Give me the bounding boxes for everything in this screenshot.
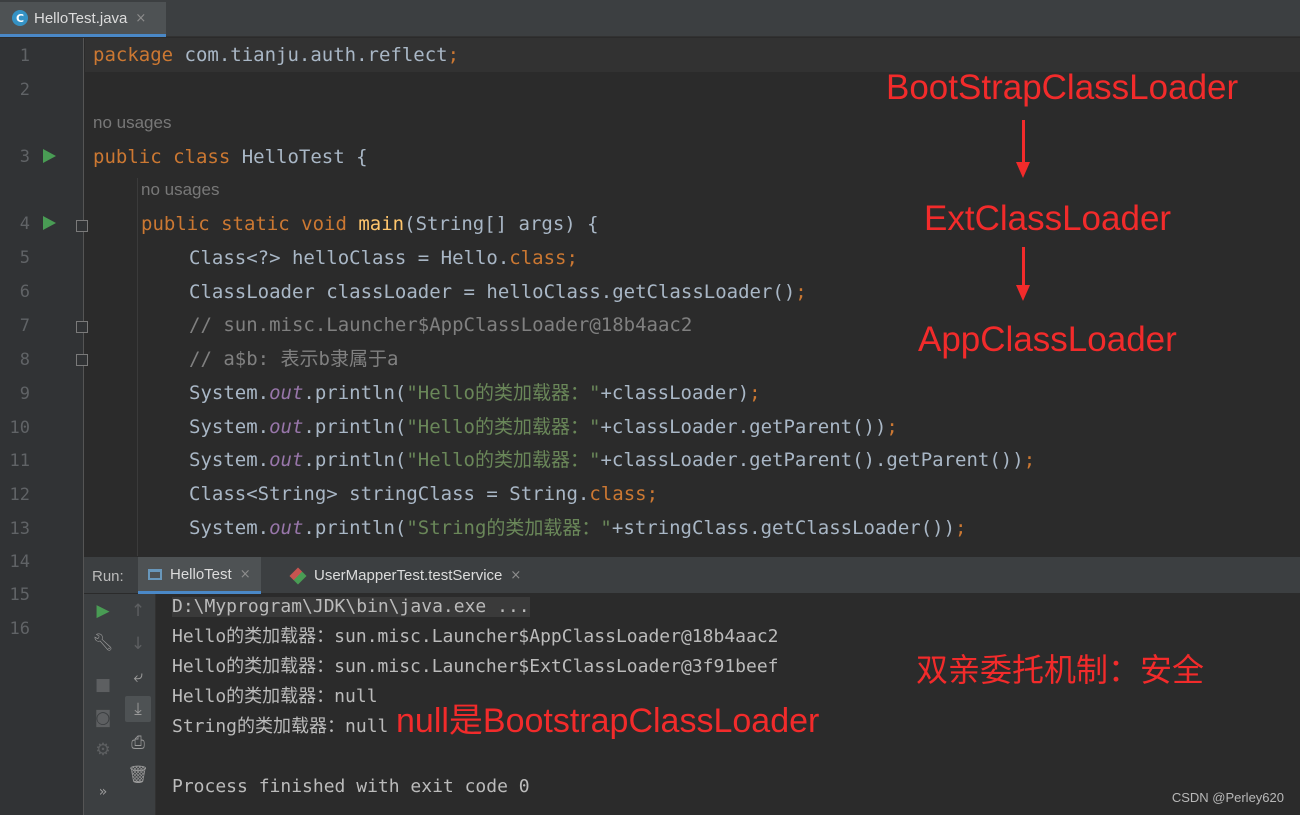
code-line-1: package com.tianju.auth.reflect;: [93, 44, 460, 66]
console-line: String的类加载器：null: [172, 716, 389, 737]
line-number: 8: [19, 350, 30, 370]
code-line-3: public class HelloTest {: [93, 146, 368, 168]
code-line-4: public static void main(String[] args) {: [141, 213, 599, 235]
run-label: Run:: [92, 568, 124, 585]
run-side-toolbar: ▶ 🔧︎ ■ ◙ ⚙ » ↑ ↓ ⤶ ⤓ ⎙ 🗑︎: [84, 594, 156, 815]
line-number: 3: [19, 147, 30, 167]
stop-icon[interactable]: ■: [90, 672, 116, 698]
line-number-gutter: 1 2 3 4 5 6 7 8 9 10 11 12 13 14 15 16: [0, 38, 88, 815]
arrow-shaft: [1022, 120, 1025, 164]
test-run-icon: [289, 567, 307, 584]
tab-label: HelloTest.java: [34, 9, 128, 27]
soft-wrap-icon[interactable]: ⤶: [125, 664, 151, 690]
code-line-6: ClassLoader classLoader = helloClass.get…: [189, 281, 807, 303]
code-line-8-comment: // a$b: 表示b隶属于a: [189, 348, 399, 370]
line-number: 14: [9, 552, 30, 572]
run-main-icon[interactable]: [43, 216, 56, 230]
usage-hint[interactable]: no usages: [93, 113, 171, 133]
annotation-parent-delegation: 双亲委托机制：安全: [916, 652, 1205, 688]
run-tab-label: UserMapperTest.testService: [314, 567, 503, 584]
arrow-down-icon: [1016, 162, 1030, 178]
arrow-down-icon: [1016, 285, 1030, 301]
line-number: 15: [9, 585, 30, 605]
java-class-icon: C: [12, 10, 28, 26]
down-icon[interactable]: ↓: [125, 631, 151, 657]
tab-hellotest-java[interactable]: C HelloTest.java ×: [0, 2, 166, 37]
line-number: 11: [9, 451, 30, 471]
indent-guide: [137, 178, 138, 556]
editor-tab-bar: C HelloTest.java ×: [0, 0, 1300, 37]
console-line-exit: Process finished with exit code 0: [172, 776, 530, 797]
code-line-7-comment: // sun.misc.Launcher$AppClassLoader@18b4…: [189, 314, 693, 336]
line-number: 16: [9, 619, 30, 639]
annotation-null-note: null是BootstrapClassLoader: [396, 702, 820, 740]
code-line-11: System.out.println("Hello的类加载器："+classLo…: [189, 449, 1036, 471]
line-number: 1: [19, 46, 30, 66]
console-icon: [148, 568, 162, 580]
console-line: Hello的类加载器：sun.misc.Launcher$ExtClassLoa…: [172, 656, 779, 677]
code-line-12: Class<String> stringClass = String.class…: [189, 483, 659, 505]
annotation-ext-loader: ExtClassLoader: [924, 199, 1172, 238]
wrench-icon[interactable]: 🔧︎: [90, 630, 116, 656]
code-line-10: System.out.println("Hello的类加载器："+classLo…: [189, 416, 898, 438]
run-tab-hellotest[interactable]: HelloTest ×: [138, 557, 261, 594]
console-line-command[interactable]: D:\Myprogram\JDK\bin\java.exe ...: [172, 597, 530, 617]
usage-hint[interactable]: no usages: [141, 180, 219, 200]
run-tab-usermappertest[interactable]: UserMapperTest.testService ×: [282, 557, 531, 594]
up-icon[interactable]: ↑: [125, 598, 151, 624]
line-number: 7: [19, 316, 30, 336]
code-line-13: System.out.println("String的类加载器："+string…: [189, 517, 967, 539]
close-icon[interactable]: ×: [135, 11, 146, 26]
run-tool-window-header: Run: HelloTest × UserMapperTest.testServ…: [84, 556, 1300, 594]
more-icon[interactable]: »: [90, 779, 116, 805]
trash-icon[interactable]: 🗑︎: [125, 762, 151, 788]
annotation-bootstrap-loader: BootStrapClassLoader: [886, 68, 1239, 107]
arrow-shaft: [1022, 247, 1025, 287]
run-class-icon[interactable]: [43, 149, 56, 163]
line-number: 5: [19, 248, 30, 268]
watermark: CSDN @Perley620: [1171, 790, 1284, 805]
run-tab-label: HelloTest: [170, 565, 232, 583]
settings-icon[interactable]: ⚙: [90, 737, 116, 763]
console-line: Hello的类加载器：null: [172, 686, 378, 707]
code-editor[interactable]: package com.tianju.auth.reflect; no usag…: [85, 38, 1300, 556]
line-number: 9: [19, 384, 30, 404]
scroll-end-icon[interactable]: ⤓: [125, 696, 151, 722]
line-number: 12: [9, 485, 30, 505]
camera-icon[interactable]: ◙: [90, 705, 116, 731]
line-number: 4: [19, 214, 30, 234]
print-icon[interactable]: ⎙: [125, 730, 151, 756]
close-icon[interactable]: ×: [510, 568, 521, 583]
console-line: Hello的类加载器：sun.misc.Launcher$AppClassLoa…: [172, 626, 779, 647]
line-number: 6: [19, 282, 30, 302]
close-icon[interactable]: ×: [240, 567, 251, 582]
annotation-app-loader: AppClassLoader: [918, 320, 1177, 359]
rerun-icon[interactable]: ▶: [90, 598, 116, 624]
code-line-5: Class<?> helloClass = Hello.class;: [189, 247, 578, 269]
line-number: 2: [19, 80, 30, 100]
line-number: 13: [9, 519, 30, 539]
code-line-9: System.out.println("Hello的类加载器："+classLo…: [189, 382, 761, 404]
line-number: 10: [9, 418, 30, 438]
